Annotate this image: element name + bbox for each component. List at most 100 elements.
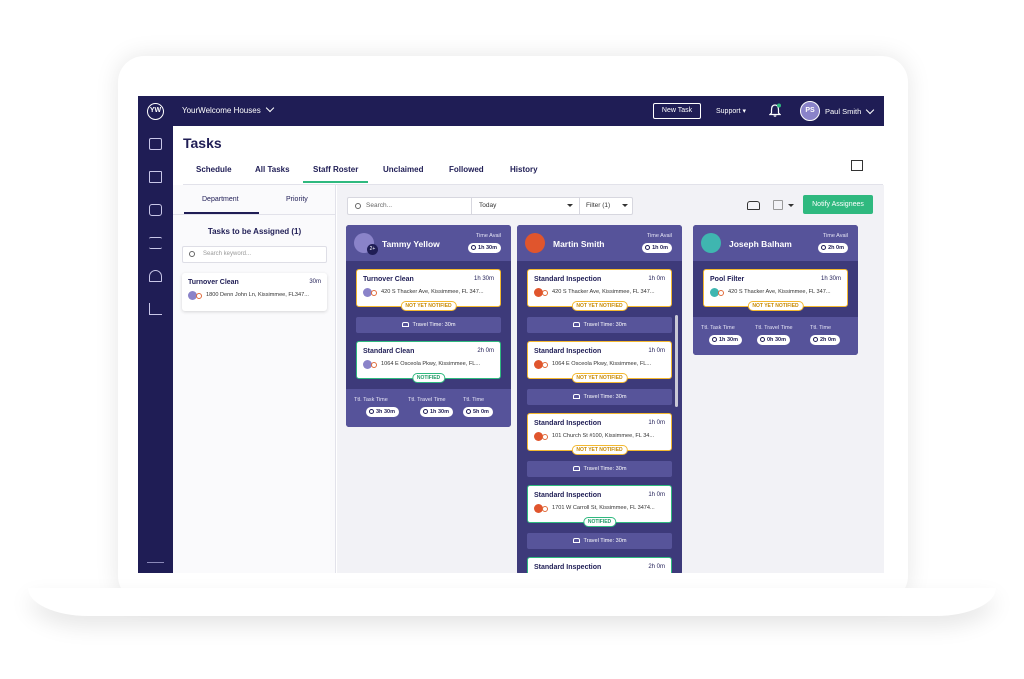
- total-time: Ttl. Time 2h 0m: [810, 325, 840, 345]
- task-type-icon: [534, 360, 550, 369]
- task-title: Standard Inspection: [534, 420, 602, 427]
- staff-name[interactable]: Joseph Balham: [729, 239, 792, 249]
- staff-avatar: [525, 233, 545, 253]
- archive-icon[interactable]: [851, 160, 863, 171]
- page-title: Tasks: [183, 135, 222, 151]
- new-task-button[interactable]: New Task: [653, 103, 701, 119]
- staff-totals: Ttl. Task Time 1h 30m Ttl. Travel Time 0h …: [693, 317, 858, 355]
- task-card[interactable]: Standard Inspection 1h 0m 420 S Thacker …: [527, 269, 672, 311]
- user-name[interactable]: Paul Smith: [825, 107, 861, 116]
- contacts-icon[interactable]: [149, 171, 162, 183]
- time-avail-pill: 1h 0m: [642, 243, 672, 253]
- roster-toolbar: Search... Today Filter (1): [347, 197, 633, 215]
- column-scrollbar[interactable]: [675, 315, 678, 407]
- staff-column: 2+ Tammy Yellow Time Avail 1h 30m Turnove…: [346, 225, 511, 427]
- staff-name[interactable]: Martin Smith: [553, 239, 604, 249]
- travel-time-bar: Travel Time: 30m: [527, 389, 672, 405]
- task-title: Standard Inspection: [534, 492, 602, 499]
- staff-avatar: [701, 233, 721, 253]
- time-avail: Time Avail 2h 0m: [818, 233, 848, 253]
- total-task-time: Ttl. Task Time 1h 30m: [701, 325, 742, 345]
- task-duration: 1h 30m: [820, 276, 841, 282]
- logo-icon[interactable]: YW: [147, 103, 164, 120]
- travel-time-text: Travel Time: 30m: [583, 322, 627, 328]
- tab-unclaimed[interactable]: Unclaimed: [383, 165, 423, 174]
- task-type-icon: [363, 288, 379, 297]
- total-travel-value: 0h 30m: [767, 337, 786, 343]
- unassigned-task-card[interactable]: Turnover Clean 30m 1800 Denn John Ln, Ki…: [182, 273, 327, 311]
- filter-select[interactable]: Filter (1): [579, 198, 634, 214]
- date-value: Today: [479, 202, 497, 209]
- task-address: 1701 W Carroll St, Kissimmee, FL 3474...: [552, 505, 655, 511]
- time-avail: Time Avail 1h 30m: [468, 233, 501, 253]
- task-card[interactable]: Standard Inspection 1h 0m 1064 E Osceola…: [527, 341, 672, 383]
- user-avatar[interactable]: PS: [800, 101, 820, 121]
- filter-value: Filter (1): [586, 202, 611, 209]
- total-travel-value: 1h 30m: [430, 409, 449, 415]
- filter-icon[interactable]: [773, 200, 783, 210]
- org-switcher[interactable]: YourWelcome Houses: [182, 103, 274, 115]
- task-address: 1064 E Osceola Pkwy, Kissimmee, FL...: [381, 361, 481, 367]
- travel-time-bar: Travel Time: 30m: [527, 317, 672, 333]
- task-type-icon: [534, 288, 550, 297]
- travel-time-text: Travel Time: 30m: [583, 394, 627, 400]
- assign-title: Tasks to be Assigned (1): [207, 227, 302, 236]
- task-tabs: Schedule All Tasks Staff Roster Unclaime…: [183, 162, 883, 185]
- task-card[interactable]: Standard Clean 2h 0m 1064 E Osceola Pkwy…: [356, 341, 501, 383]
- task-title: Pool Filter: [710, 276, 745, 283]
- search-placeholder: Search keyword...: [203, 251, 252, 257]
- time-avail-value: 1h 30m: [478, 245, 497, 251]
- tab-department[interactable]: Department: [184, 196, 258, 214]
- status-badge: NOT YET NOTIFIED: [747, 301, 804, 311]
- divider: [173, 214, 336, 215]
- task-card[interactable]: Standard Inspection 1h 0m 1701 W Carroll…: [527, 485, 672, 527]
- support-label: Support: [716, 108, 741, 115]
- task-duration: 2h 0m: [648, 564, 665, 570]
- tab-followed[interactable]: Followed: [449, 165, 484, 174]
- staff-column: Joseph Balham Time Avail 2h 0m Pool Filte…: [693, 225, 858, 355]
- tab-staff-roster[interactable]: Staff Roster: [302, 165, 369, 183]
- laptop-base: [28, 588, 996, 616]
- tab-history[interactable]: History: [510, 165, 538, 174]
- roster-search-input[interactable]: Search...: [366, 198, 471, 214]
- support-menu[interactable]: Support ▾: [716, 107, 746, 115]
- tab-all-tasks[interactable]: All Tasks: [255, 165, 290, 174]
- task-address: 420 S Thacker Ave, Kissimmee, FL 347...: [552, 289, 655, 295]
- keyword-search-input[interactable]: Search keyword...: [182, 246, 327, 263]
- task-card[interactable]: Turnover Clean 1h 30m 420 S Thacker Ave,…: [356, 269, 501, 311]
- task-card[interactable]: Standard Inspection 2h 0m: [527, 557, 672, 573]
- service-bell-icon[interactable]: [149, 270, 162, 282]
- travel-time-bar: Travel Time: 30m: [356, 317, 501, 333]
- chevron-down-icon: [265, 103, 274, 113]
- calendar-icon[interactable]: [149, 138, 162, 150]
- time-avail-pill: 1h 30m: [468, 243, 501, 253]
- task-duration: 1h 0m: [648, 492, 665, 498]
- bell-icon[interactable]: [769, 103, 781, 118]
- task-type-icon: [188, 291, 204, 300]
- task-card[interactable]: Standard Inspection 1h 0m 101 Church St …: [527, 413, 672, 455]
- date-select[interactable]: Today: [471, 198, 579, 214]
- chevron-down-icon[interactable]: [865, 105, 875, 115]
- tab-priority[interactable]: Priority: [286, 196, 308, 203]
- staff-totals: Ttl. Task Time 3h 30m Ttl. Travel Time 1h …: [346, 389, 511, 427]
- car-icon[interactable]: [747, 201, 760, 210]
- total-travel-label: Ttl. Travel Time: [755, 325, 793, 331]
- chart-icon[interactable]: [149, 303, 162, 315]
- staff-header: Martin Smith Time Avail 1h 0m: [517, 225, 682, 261]
- tab-schedule[interactable]: Schedule: [196, 165, 232, 174]
- car-icon: [572, 394, 580, 399]
- checklist-icon[interactable]: [149, 237, 162, 249]
- staff-column: Martin Smith Time Avail 1h 0m Standard In…: [517, 225, 682, 573]
- travel-time-bar: Travel Time: 30m: [527, 533, 672, 549]
- notify-assignees-button[interactable]: Notify Assignees: [803, 195, 873, 214]
- task-title: Turnover Clean: [188, 279, 239, 286]
- staff-name[interactable]: Tammy Yellow: [382, 239, 440, 249]
- total-time-label: Ttl. Time: [810, 325, 832, 331]
- task-card[interactable]: Pool Filter 1h 30m 420 S Thacker Ave, Ki…: [703, 269, 848, 311]
- main-content: Tasks Schedule All Tasks Staff Roster Un…: [173, 126, 884, 573]
- time-avail: Time Avail 1h 0m: [642, 233, 672, 253]
- status-badge: NOT YET NOTIFIED: [400, 301, 457, 311]
- chat-icon[interactable]: [149, 204, 162, 216]
- status-badge: NOTIFIED: [411, 373, 446, 383]
- caret-down-icon[interactable]: [788, 204, 794, 207]
